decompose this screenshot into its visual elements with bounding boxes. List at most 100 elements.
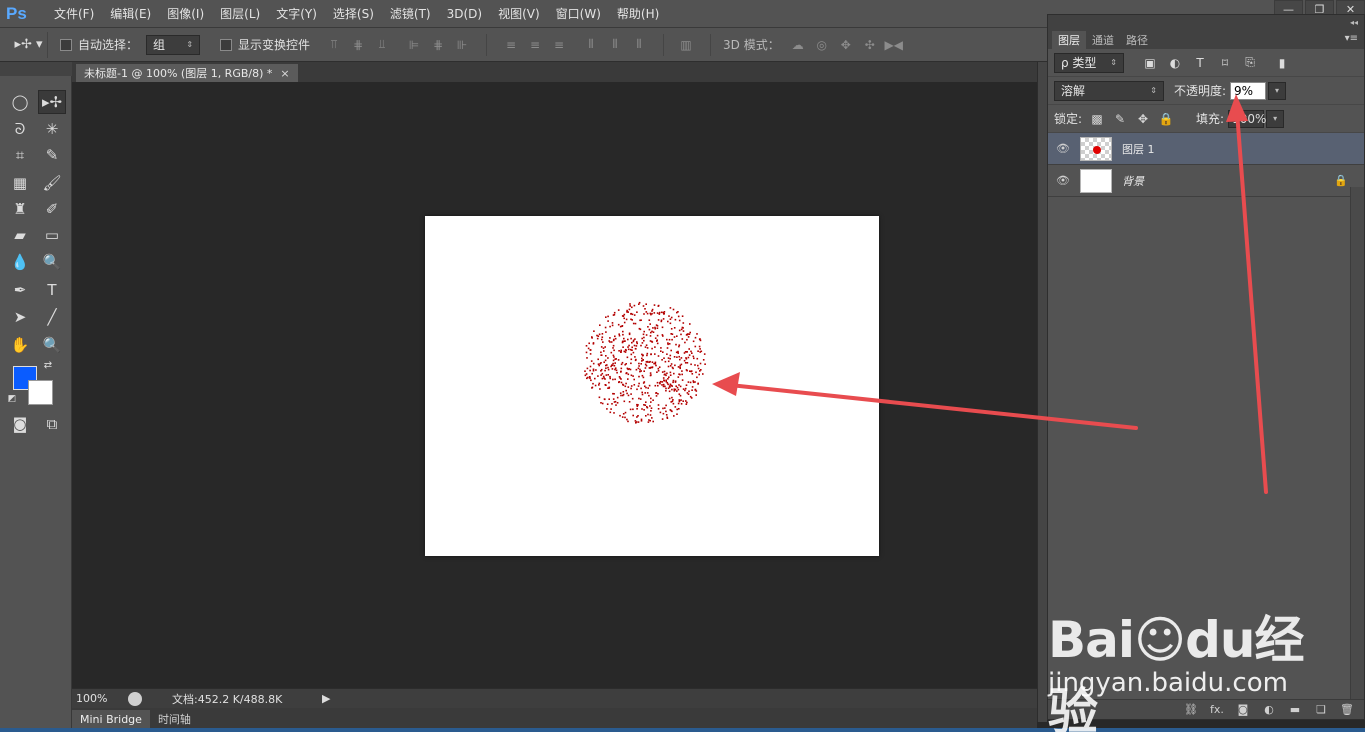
tab-layers[interactable]: 图层 [1052, 31, 1086, 49]
crop-icon[interactable]: ⌗ [6, 143, 34, 167]
elliptical-marquee-icon[interactable]: ◯ [6, 90, 34, 114]
layers-scrollbar[interactable] [1350, 187, 1364, 701]
panel-menu-icon[interactable]: ▾≡ [1345, 33, 1358, 44]
status-menu-arrow-icon[interactable]: ▶ [322, 692, 330, 705]
distribute-bottom-icon[interactable]: ≡ [549, 35, 569, 55]
menu-3d[interactable]: 3D(D) [439, 0, 490, 28]
tab-timeline[interactable]: 时间轴 [150, 710, 199, 728]
quick-mask-icon[interactable]: ◙ [6, 412, 34, 436]
type-tool-icon[interactable]: T [38, 278, 66, 302]
pen-icon[interactable]: ✒ [6, 278, 34, 302]
status-info-icon[interactable] [128, 691, 142, 706]
document-tab[interactable]: 未标题-1 @ 100% (图层 1, RGB/8) * × [76, 64, 298, 82]
menu-edit[interactable]: 编辑(E) [102, 0, 159, 28]
layer-name[interactable]: 背景 [1122, 173, 1144, 189]
magic-wand-icon[interactable]: ✳ [38, 117, 66, 141]
tab-mini-bridge[interactable]: Mini Bridge [72, 710, 150, 728]
visibility-eye-icon[interactable]: 👁 [1048, 174, 1078, 187]
clone-stamp-icon[interactable]: ♜ [6, 197, 34, 221]
show-transform-checkbox[interactable] [220, 38, 233, 51]
filter-shape-icon[interactable]: ⌑ [1217, 55, 1233, 71]
move-tool-icon[interactable]: ▸✢ [38, 90, 66, 114]
menu-file[interactable]: 文件(F) [46, 0, 102, 28]
3d-slide-icon[interactable]: ✣ [860, 35, 880, 55]
auto-select-checkbox[interactable] [60, 38, 72, 51]
menu-select[interactable]: 选择(S) [325, 0, 382, 28]
distribute-vcenter-icon[interactable]: ≡ [525, 35, 545, 55]
history-brush-icon[interactable]: ✐ [38, 197, 66, 221]
eraser-icon[interactable]: ▰ [6, 223, 34, 247]
align-right-icon[interactable]: ⊪ [452, 35, 472, 55]
zoom-icon[interactable]: 🔍 [38, 333, 66, 357]
align-left-icon[interactable]: ⊫ [404, 35, 424, 55]
3d-scale-icon[interactable]: ▶◀ [884, 35, 904, 55]
path-selection-icon[interactable]: ➤ [6, 305, 34, 329]
layer-name[interactable]: 图层 1 [1122, 141, 1155, 157]
menu-view[interactable]: 视图(V) [490, 0, 548, 28]
move-tool-preset-icon[interactable]: ▸✢ ▾ [10, 31, 48, 58]
3d-pan-icon[interactable]: ✥ [836, 35, 856, 55]
layer-row-layer1[interactable]: 👁 图层 1 [1048, 133, 1364, 165]
menu-layer[interactable]: 图层(L) [212, 0, 268, 28]
opacity-slider-dropdown-icon[interactable]: ▾ [1268, 81, 1287, 100]
canvas-area[interactable] [72, 82, 1037, 688]
opacity-input[interactable]: 9% [1230, 81, 1267, 100]
layer-row-background[interactable]: 👁 背景 🔒 [1048, 165, 1364, 197]
3d-roll-icon[interactable]: ◎ [812, 35, 832, 55]
fill-slider-dropdown-icon[interactable]: ▾ [1266, 109, 1285, 128]
auto-align-icon[interactable]: ▥ [676, 35, 696, 55]
filter-kind-dropdown[interactable]: ρ 类型 ⇕ [1054, 52, 1124, 73]
swap-colors-icon[interactable]: ⇄ [40, 358, 56, 372]
menu-type[interactable]: 文字(Y) [268, 0, 325, 28]
filter-adjustment-icon[interactable]: ◐ [1167, 55, 1183, 71]
lock-all-icon[interactable]: 🔒 [1158, 111, 1174, 127]
delete-layer-trash-icon[interactable]: 🗑 [1338, 703, 1356, 716]
blend-mode-dropdown[interactable]: 溶解 ⇕ [1054, 80, 1164, 101]
default-colors-icon[interactable]: ◩ [4, 392, 20, 406]
menu-filter[interactable]: 滤镜(T) [382, 0, 439, 28]
brush-icon[interactable]: 🖌 [38, 171, 66, 195]
align-top-icon[interactable]: ⫪ [324, 35, 344, 55]
hand-icon[interactable]: ✋ [6, 333, 34, 357]
dissolve-pixel [621, 325, 624, 327]
menu-window[interactable]: 窗口(W) [548, 0, 609, 28]
new-layer-icon[interactable]: ❏ [1312, 703, 1330, 716]
distribute-left-icon[interactable]: ⦀ [581, 35, 601, 55]
menu-help[interactable]: 帮助(H) [609, 0, 667, 28]
eyedropper-icon[interactable]: ✎ [38, 143, 66, 167]
filter-toggle-icon[interactable]: ▮ [1274, 55, 1290, 71]
toolbar-grip[interactable] [0, 62, 72, 76]
collapse-panel-icon[interactable]: ◂◂ [1350, 18, 1358, 27]
visibility-eye-icon[interactable]: 👁 [1048, 142, 1078, 155]
filter-pixel-icon[interactable]: ▣ [1142, 55, 1158, 71]
lock-position-icon[interactable]: ✥ [1135, 111, 1151, 127]
menu-image[interactable]: 图像(I) [159, 0, 212, 28]
lasso-icon[interactable]: ᘐ [6, 117, 34, 141]
close-icon[interactable]: × [280, 67, 289, 80]
background-color-swatch[interactable] [28, 380, 53, 405]
3d-rotate-icon[interactable]: ☁ [788, 35, 808, 55]
distribute-top-icon[interactable]: ≡ [501, 35, 521, 55]
distribute-right-icon[interactable]: ⦀ [629, 35, 649, 55]
filter-smart-object-icon[interactable]: ⎘ [1242, 55, 1258, 71]
fill-input[interactable]: 100% [1228, 109, 1266, 128]
filter-type-icon[interactable]: T [1192, 55, 1208, 71]
line-tool-icon[interactable]: ╱ [38, 305, 66, 329]
align-bottom-icon[interactable]: ⫫ [372, 35, 392, 55]
align-vcenter-icon[interactable]: ⋕ [348, 35, 368, 55]
spot-healing-icon[interactable]: ▦ [6, 171, 34, 195]
collapsed-panel-dock[interactable] [1037, 62, 1047, 722]
tab-channels[interactable]: 通道 [1086, 31, 1120, 49]
lock-transparent-icon[interactable]: ▩ [1089, 111, 1105, 127]
zoom-level[interactable]: 100% [72, 692, 122, 705]
auto-select-dropdown[interactable]: 组 ⇕ [146, 34, 201, 55]
dodge-icon[interactable]: 🔍 [38, 250, 66, 274]
screen-mode-icon[interactable]: ⧉ [38, 412, 66, 436]
gradient-icon[interactable]: ▭ [38, 223, 66, 247]
document-canvas[interactable] [425, 216, 879, 556]
distribute-hcenter-icon[interactable]: ⦀ [605, 35, 625, 55]
lock-pixels-icon[interactable]: ✎ [1112, 111, 1128, 127]
align-hcenter-icon[interactable]: ⋕ [428, 35, 448, 55]
blur-icon[interactable]: 💧 [6, 250, 34, 274]
tab-paths[interactable]: 路径 [1120, 31, 1154, 49]
